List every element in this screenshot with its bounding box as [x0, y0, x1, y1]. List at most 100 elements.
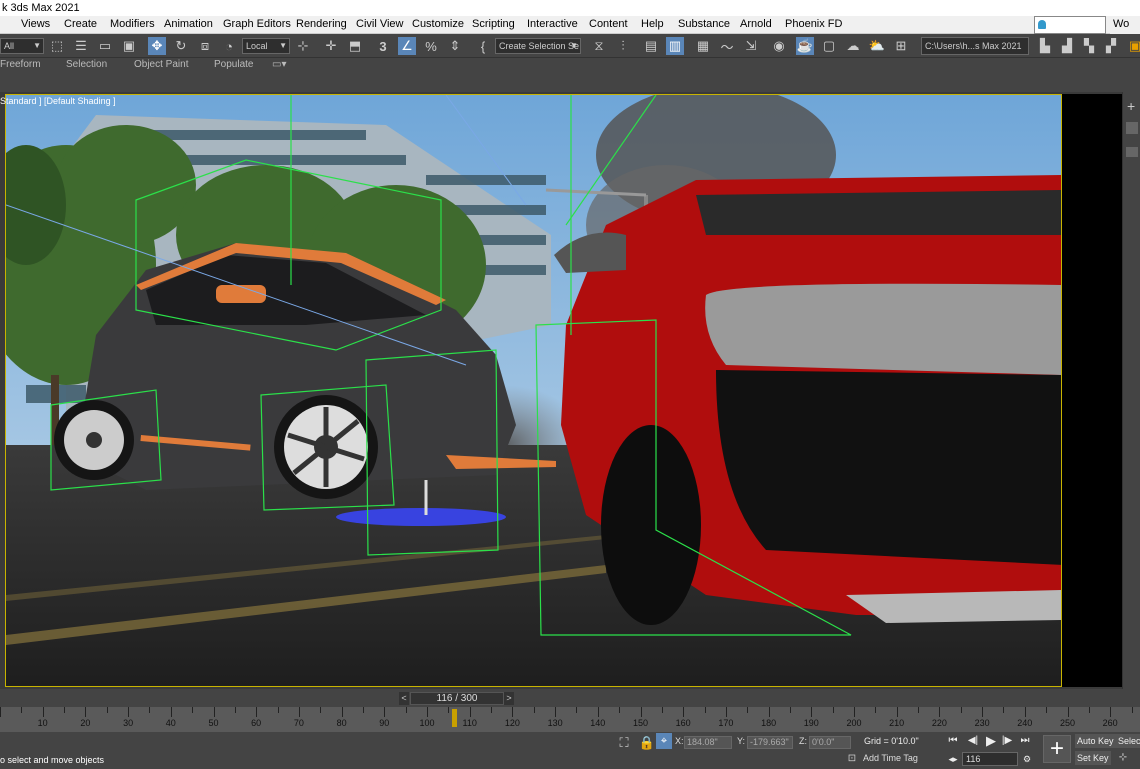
ribbon-tab-freeform[interactable]: Freeform — [0, 59, 41, 70]
time-tag-icon[interactable]: ⊡ — [845, 751, 859, 765]
track-tick-label: 110 — [462, 718, 477, 728]
menu-substance[interactable]: Substance — [678, 16, 730, 34]
menu-graph-editors[interactable]: Graph Editors — [223, 16, 291, 34]
y-coord-field[interactable]: -179.663" — [747, 736, 793, 749]
select-manipulate-icon[interactable]: ✛ — [322, 37, 340, 55]
track-bar[interactable]: 10 20 30 40 50 60 70 80 90 100 110 120 130 140 150 160 1… — [0, 707, 1140, 732]
edit-named-sets-icon[interactable]: { — [474, 37, 492, 55]
create-tab-icon[interactable]: + — [1127, 98, 1135, 114]
add-time-tag[interactable]: Add Time Tag — [863, 753, 918, 763]
next-frame-icon[interactable]: |▶︎ — [1000, 734, 1014, 748]
workspace-dropdown[interactable]: Wo — [1110, 16, 1140, 34]
set-key-button[interactable]: Set Key — [1075, 751, 1111, 765]
window-crossing-icon[interactable]: ▣ — [120, 37, 138, 55]
time-slider[interactable]: 116 / 300 — [410, 692, 504, 705]
set-keys-icon[interactable]: + — [1043, 735, 1071, 763]
key-mode-icon[interactable]: ◂▸ — [946, 752, 960, 766]
rectangular-selection-icon[interactable]: ▭ — [96, 37, 114, 55]
track-tick — [320, 707, 322, 713]
select-and-place-icon[interactable]: ◔ — [220, 37, 238, 55]
command-panel[interactable]: + — [1122, 92, 1140, 689]
keyboard-shortcut-override-icon[interactable]: ⬒ — [346, 37, 364, 55]
menu-views[interactable]: Views — [21, 16, 50, 34]
select-object-icon[interactable]: ⬚ — [48, 37, 66, 55]
render-production-icon[interactable]: ☁ — [844, 37, 862, 55]
curve-editor-icon[interactable]: 〜 — [718, 37, 736, 55]
menu-civil-view[interactable]: Civil View — [356, 16, 403, 34]
pivot-center-icon[interactable]: ⊹ — [294, 37, 312, 55]
display-icon[interactable]: ▞ — [1102, 37, 1120, 55]
key-filters-icon[interactable]: ⊹ — [1116, 751, 1130, 765]
menu-phoenix-fd[interactable]: Phoenix FD — [785, 16, 842, 34]
spinner-snap-icon[interactable]: ⇕ — [446, 37, 464, 55]
snaps-toggle-icon[interactable]: 3 — [374, 37, 392, 55]
absolute-mode-icon[interactable]: ⌖ — [656, 733, 672, 749]
track-tick — [85, 707, 87, 717]
render-in-cloud-icon[interactable]: ⛅ — [868, 37, 886, 55]
user-account[interactable]: hagenshape — [1034, 16, 1106, 47]
select-and-move-icon[interactable]: ✥ — [148, 37, 166, 55]
project-path-dropdown[interactable]: C:\Users\h...s Max 2021 — [921, 37, 1029, 55]
mirror-icon[interactable]: ⧖ — [590, 37, 608, 55]
selection-filter-dropdown[interactable]: All ▼ — [0, 38, 44, 54]
current-frame-field[interactable]: 116 — [962, 752, 1018, 766]
viewport-label[interactable]: Standard ] [Default Shading ] — [0, 96, 116, 106]
layer-icon[interactable]: ▟ — [1058, 37, 1076, 55]
modifier-list-field[interactable] — [1126, 147, 1138, 157]
ribbon-tab-populate[interactable]: Populate — [214, 59, 253, 70]
menu-create[interactable]: Create — [64, 16, 97, 34]
toggle-ribbon-icon[interactable]: ▦ — [694, 37, 712, 55]
selection-lock-icon[interactable]: 🔒 — [638, 734, 656, 752]
schematic-view-icon[interactable]: ⇲ — [742, 37, 760, 55]
percent-snap-icon[interactable]: % — [422, 37, 440, 55]
file-icon[interactable]: ▣ — [1126, 37, 1140, 55]
play-icon[interactable]: ▶ — [984, 734, 998, 748]
selected-dropdown[interactable]: Selecte — [1116, 734, 1140, 748]
menu-content[interactable]: Content — [589, 16, 628, 34]
rendered-frame-window-icon[interactable]: ▢ — [820, 37, 838, 55]
select-and-rotate-icon[interactable]: ↻ — [172, 37, 190, 55]
isolate-selection-icon[interactable]: ⛶ — [615, 734, 633, 752]
scene-states-icon[interactable]: ▚ — [1080, 37, 1098, 55]
time-next-arrow[interactable]: > — [504, 692, 514, 705]
ribbon-tab-object-paint[interactable]: Object Paint — [134, 59, 188, 70]
track-tick — [875, 707, 877, 713]
menu-scripting[interactable]: Scripting — [472, 16, 515, 34]
select-by-name-icon[interactable]: ☰ — [72, 37, 90, 55]
menu-modifiers[interactable]: Modifiers — [110, 16, 155, 34]
menu-animation[interactable]: Animation — [164, 16, 213, 34]
current-frame-marker[interactable] — [452, 709, 457, 727]
x-coord-field[interactable]: 184.08" — [684, 736, 732, 749]
toggle-scene-explorer-icon[interactable]: ▤ — [642, 37, 660, 55]
go-to-start-icon[interactable]: ⏮ — [946, 734, 960, 748]
named-selection-sets-dropdown[interactable]: Create Selection Se ▼ — [495, 38, 581, 54]
previous-frame-icon[interactable]: ◀︎| — [966, 734, 980, 748]
status-prompt: o select and move objects — [0, 755, 105, 765]
perspective-viewport[interactable] — [5, 94, 1062, 687]
menu-rendering[interactable]: Rendering — [296, 16, 347, 34]
auto-key-button[interactable]: Auto Key — [1075, 734, 1116, 748]
angle-snap-icon[interactable]: ∠ — [398, 37, 416, 55]
ribbon-tab-selection[interactable]: Selection — [66, 59, 107, 70]
menu-interactive[interactable]: Interactive — [527, 16, 578, 34]
a360-gallery-icon[interactable]: ⊞ — [892, 37, 910, 55]
time-prev-arrow[interactable]: < — [399, 692, 409, 705]
project-folder-icon[interactable]: ▙ — [1036, 37, 1054, 55]
ribbon-options-icon[interactable]: ▭▾ — [272, 59, 286, 70]
render-setup-icon[interactable]: ☕ — [796, 37, 814, 55]
material-editor-icon[interactable]: ◉ — [770, 37, 788, 55]
modify-tab-icon[interactable] — [1126, 122, 1138, 134]
menu-customize[interactable]: Customize — [412, 16, 464, 34]
track-tick — [362, 707, 364, 713]
align-icon[interactable]: ⫶ — [614, 37, 632, 55]
time-config-icon[interactable]: ⚙ — [1020, 752, 1034, 766]
track-tick-label: 130 — [547, 718, 563, 728]
track-tick — [64, 707, 66, 713]
go-to-end-icon[interactable]: ⏭ — [1018, 734, 1032, 748]
z-coord-field[interactable]: 0'0.0" — [809, 736, 851, 749]
menu-arnold[interactable]: Arnold — [740, 16, 772, 34]
reference-coord-dropdown[interactable]: Local ▼ — [242, 38, 290, 54]
toggle-layer-explorer-icon[interactable]: ▥ — [666, 37, 684, 55]
menu-help[interactable]: Help — [641, 16, 664, 34]
select-and-scale-icon[interactable]: ⧈ — [196, 37, 214, 55]
